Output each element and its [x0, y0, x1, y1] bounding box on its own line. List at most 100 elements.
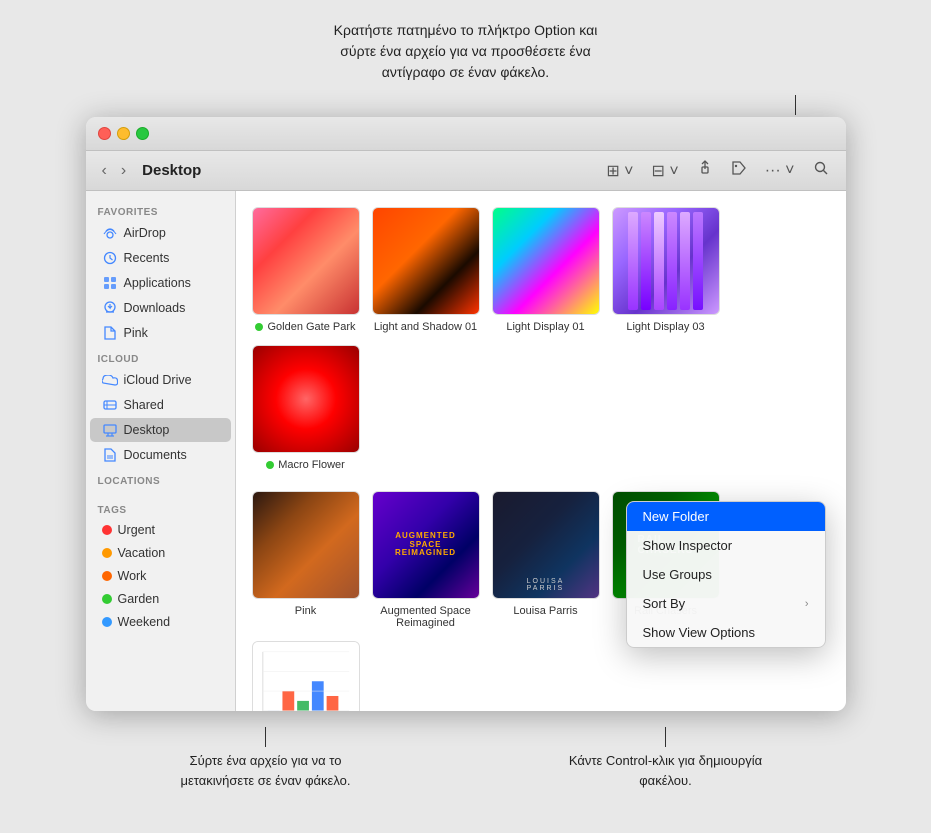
urgent-tag-dot	[102, 525, 112, 535]
group-icon: ⊟ ˅	[652, 163, 679, 180]
sidebar-item-label: Garden	[118, 592, 160, 606]
file-item-light-display1[interactable]: Light Display 01	[492, 207, 600, 333]
file-label: Augmented Space Reimagined	[372, 605, 480, 629]
sidebar-item-applications[interactable]: Applications	[90, 271, 231, 295]
file-thumbnail: AUGMENTEDSPACEREIMAGINED	[372, 491, 480, 599]
favorites-label: Favorites	[86, 199, 235, 220]
more-button[interactable]: ··· ˅	[760, 159, 800, 183]
file-item-light-display3[interactable]: Light Display 03	[612, 207, 720, 333]
sidebar-item-downloads[interactable]: Downloads	[90, 296, 231, 320]
recents-icon	[102, 250, 118, 266]
search-button[interactable]	[808, 157, 834, 184]
sidebar-item-pink[interactable]: Pink	[90, 321, 231, 345]
sidebar-item-label: Vacation	[118, 546, 166, 560]
context-menu: New Folder Show Inspector Use Groups Sor…	[626, 501, 826, 648]
file-item-pink[interactable]: Pink	[252, 491, 360, 629]
context-menu-sort-by[interactable]: Sort By ›	[627, 589, 825, 618]
toolbar: ‹ › Desktop ⊞ ˅ ⊟ ˅	[86, 151, 846, 191]
sidebar-item-shared[interactable]: Shared	[90, 393, 231, 417]
garden-tag-dot	[102, 594, 112, 604]
desktop-icon	[102, 422, 118, 438]
toolbar-actions: ⊞ ˅ ⊟ ˅	[601, 157, 833, 184]
sidebar-item-label: Desktop	[124, 423, 170, 437]
view-toggle-button[interactable]: ⊞ ˅	[601, 158, 638, 184]
forward-button[interactable]: ›	[117, 160, 130, 182]
context-menu-new-folder[interactable]: New Folder	[627, 502, 825, 531]
airdrop-icon	[102, 225, 118, 241]
context-menu-show-inspector[interactable]: Show Inspector	[627, 531, 825, 560]
file-label: Pink	[295, 605, 316, 617]
file-label: Light Display 03	[626, 321, 704, 333]
main-content: Favorites AirDrop	[86, 191, 846, 711]
sidebar-item-desktop[interactable]: Desktop	[90, 418, 231, 442]
submenu-arrow-icon: ›	[805, 598, 809, 610]
sidebar-item-label: Shared	[124, 398, 164, 412]
close-button[interactable]	[98, 127, 111, 140]
work-tag-dot	[102, 571, 112, 581]
file-label: Light and Shadow 01	[374, 321, 477, 333]
sidebar-item-label: Recents	[124, 251, 170, 265]
annotation-top: Κρατήστε πατημένο το πλήκτρο Option και …	[334, 20, 598, 83]
icloud-label: iCloud	[86, 346, 235, 367]
sidebar-item-documents[interactable]: Documents	[90, 443, 231, 467]
sidebar-item-label: Downloads	[124, 301, 186, 315]
sidebar-item-airdrop[interactable]: AirDrop	[90, 221, 231, 245]
label-dot	[266, 461, 274, 469]
titlebar	[86, 117, 846, 151]
back-button[interactable]: ‹	[98, 160, 111, 182]
documents-icon	[102, 447, 118, 463]
annotation-line	[265, 727, 266, 747]
sidebar-item-label: Applications	[124, 276, 191, 290]
file-thumbnail	[612, 207, 720, 315]
sidebar-item-urgent[interactable]: Urgent	[90, 519, 231, 541]
file-thumbnail	[252, 641, 360, 711]
sidebar-item-icloud-drive[interactable]: iCloud Drive	[90, 368, 231, 392]
file-item-chart[interactable]	[252, 641, 360, 711]
maximize-button[interactable]	[136, 127, 149, 140]
tags-label: Tags	[86, 497, 235, 518]
tag-button[interactable]	[726, 157, 752, 184]
file-item-macro-flower[interactable]: Macro Flower	[252, 345, 360, 471]
sidebar-item-vacation[interactable]: Vacation	[90, 542, 231, 564]
sidebar-item-work[interactable]: Work	[90, 565, 231, 587]
sidebar: Favorites AirDrop	[86, 191, 236, 711]
finder-window: ‹ › Desktop ⊞ ˅ ⊟ ˅	[86, 117, 846, 711]
file-item-golden-gate[interactable]: Golden Gate Park	[252, 207, 360, 333]
file-grid: Golden Gate Park Light and Shadow 01 Lig…	[236, 191, 846, 711]
label-dot	[255, 323, 263, 331]
shared-icon	[102, 397, 118, 413]
sidebar-item-garden[interactable]: Garden	[90, 588, 231, 610]
share-icon	[697, 163, 713, 180]
file-thumbnail	[252, 207, 360, 315]
search-icon	[813, 163, 829, 180]
file-thumbnail	[492, 207, 600, 315]
sidebar-item-recents[interactable]: Recents	[90, 246, 231, 270]
icloud-drive-icon	[102, 372, 118, 388]
file-item-augmented[interactable]: AUGMENTEDSPACEREIMAGINED Augmented Space…	[372, 491, 480, 629]
file-label: Macro Flower	[266, 459, 345, 471]
sidebar-item-label: AirDrop	[124, 226, 166, 240]
file-thumbnail	[372, 207, 480, 315]
file-thumbnail	[252, 345, 360, 453]
context-menu-use-groups[interactable]: Use Groups	[627, 560, 825, 589]
context-menu-show-view-options[interactable]: Show View Options	[627, 618, 825, 647]
weekend-tag-dot	[102, 617, 112, 627]
file-label: Golden Gate Park	[255, 321, 355, 333]
applications-icon	[102, 275, 118, 291]
minimize-button[interactable]	[117, 127, 130, 140]
tag-icon	[731, 163, 747, 180]
traffic-lights	[98, 127, 149, 140]
sidebar-item-label: Urgent	[118, 523, 156, 537]
file-item-louisa[interactable]: LOUISA PARRIS Louisa Parris	[492, 491, 600, 629]
sidebar-item-weekend[interactable]: Weekend	[90, 611, 231, 633]
share-button[interactable]	[692, 157, 718, 184]
file-row-1: Golden Gate Park Light and Shadow 01 Lig…	[252, 207, 830, 471]
locations-label: Locations	[86, 468, 235, 489]
annotation-bottom-left: Σύρτε ένα αρχείο για να το μετακινήσετε …	[166, 727, 366, 790]
sidebar-item-label: Weekend	[118, 615, 171, 629]
annotation-line	[665, 727, 666, 747]
file-thumbnail: LOUISA PARRIS	[492, 491, 600, 599]
view-icon: ⊞ ˅	[606, 163, 633, 180]
file-item-light-shadow[interactable]: Light and Shadow 01	[372, 207, 480, 333]
group-button[interactable]: ⊟ ˅	[647, 158, 684, 184]
